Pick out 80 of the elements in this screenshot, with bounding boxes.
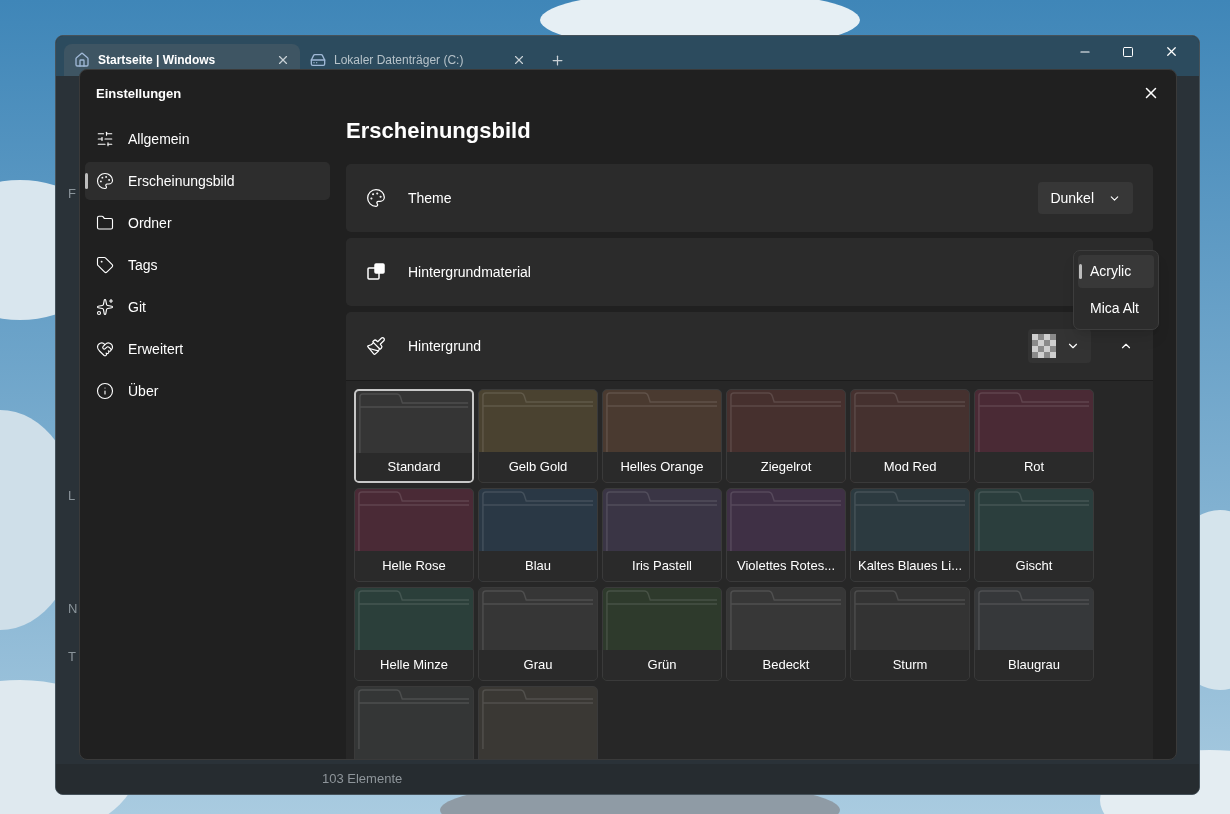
tile-label: Ziegelrot [727,452,845,482]
close-icon[interactable] [512,53,526,67]
folder-color-tile[interactable]: Helle Rose [354,488,474,582]
sidebar-label: N [68,600,79,618]
folder-color-tile[interactable] [478,686,598,759]
sidebar-label: F [68,185,77,203]
folder-color-tile[interactable]: Blaugrau [974,587,1094,681]
tile-label: Grün [603,650,721,680]
tab-title: Lokaler Datenträger (C:) [334,52,465,69]
tag-icon [96,256,114,274]
tile-label: Standard [356,453,472,481]
tile-label: Helle Rose [355,551,473,581]
page-heading: Erscheinungsbild [346,117,532,145]
tile-label: Iris Pastell [603,551,721,581]
folder-color-tile[interactable]: Gischt [974,488,1094,582]
nav-item[interactable]: Erscheinungsbild [85,162,330,200]
folder-color-tile[interactable]: Ziegelrot [726,389,846,483]
tile-label: Grau [479,650,597,680]
backdrop-icon [366,262,386,282]
folder-color-tile[interactable]: Sturm [850,587,970,681]
folder-color-tile[interactable]: Gelb Gold [478,389,598,483]
setting-label: Hintergrund [408,336,482,356]
folder-color-tile[interactable]: Standard [354,389,474,483]
folder-color-tile[interactable]: Iris Pastell [602,488,722,582]
folder-color-tile[interactable]: Mod Red [850,389,970,483]
nav-item[interactable]: Erweitert [85,330,330,368]
tile-label: Mod Red [851,452,969,482]
maximize-icon[interactable] [1122,45,1134,58]
tile-label: Violettes Rotes... [727,551,845,581]
folder-color-tile[interactable]: Grün [602,587,722,681]
close-icon[interactable] [1164,44,1179,59]
menu-item[interactable]: Mica Alt [1078,292,1154,325]
selection-indicator [85,173,88,189]
tile-label: Gischt [975,551,1093,581]
tile-label: Rot [975,452,1093,482]
brush-icon [366,336,386,356]
checkerboard-icon [1032,334,1056,358]
new-tab-icon[interactable] [550,53,565,68]
tile-label: Helle Minze [355,650,473,680]
tile-label: Bedeckt [727,650,845,680]
folder-color-tile[interactable]: Grau [478,587,598,681]
menu-item[interactable]: Acrylic [1078,255,1154,288]
nav-item[interactable]: Git [85,288,330,326]
tile-label: Sturm [851,650,969,680]
hearts-icon [96,340,114,358]
folder-color-tile[interactable] [354,686,474,759]
sidebar-label: L [68,486,77,505]
info-icon [96,382,114,400]
folder-color-tile[interactable]: Helles Orange [602,389,722,483]
tab-title: Startseite | Windows [98,52,217,69]
theme-dropdown[interactable]: Dunkel [1038,182,1133,214]
selection-indicator [1079,264,1082,279]
tile-label: Gelb Gold [479,452,597,482]
folder-color-tile[interactable]: Violettes Rotes... [726,488,846,582]
folder-icon [96,214,114,232]
sliders-icon [96,130,114,148]
background-picker[interactable] [1028,329,1091,363]
palette-icon [366,188,386,208]
folder-color-tile[interactable]: Kaltes Blaues Li... [850,488,970,582]
tile-label: Kaltes Blaues Li... [851,551,969,581]
tile-label: Blaugrau [975,650,1093,680]
tile-label: Blau [479,551,597,581]
drive-icon [310,52,326,68]
setting-label: Theme [408,188,452,208]
nav-item[interactable]: Allgemein [85,120,330,158]
home-icon [74,52,90,68]
sparkles-icon [96,298,114,316]
folder-color-tile[interactable]: Blau [478,488,598,582]
palette-icon [96,172,114,190]
folder-color-tile[interactable]: Helle Minze [354,587,474,681]
sidebar-label: T [68,647,77,666]
folder-color-tile[interactable]: Bedeckt [726,587,846,681]
status-text: 103 Elemente [322,770,403,789]
nav-item[interactable]: Tags [85,246,330,284]
dialog-title: Einstellungen [95,85,183,103]
setting-label: Hintergrundmaterial [408,262,531,282]
tile-label: Helles Orange [603,452,721,482]
folder-color-tile[interactable]: Rot [974,389,1094,483]
nav-item[interactable]: Über [85,372,330,410]
nav-item[interactable]: Ordner [85,204,330,242]
